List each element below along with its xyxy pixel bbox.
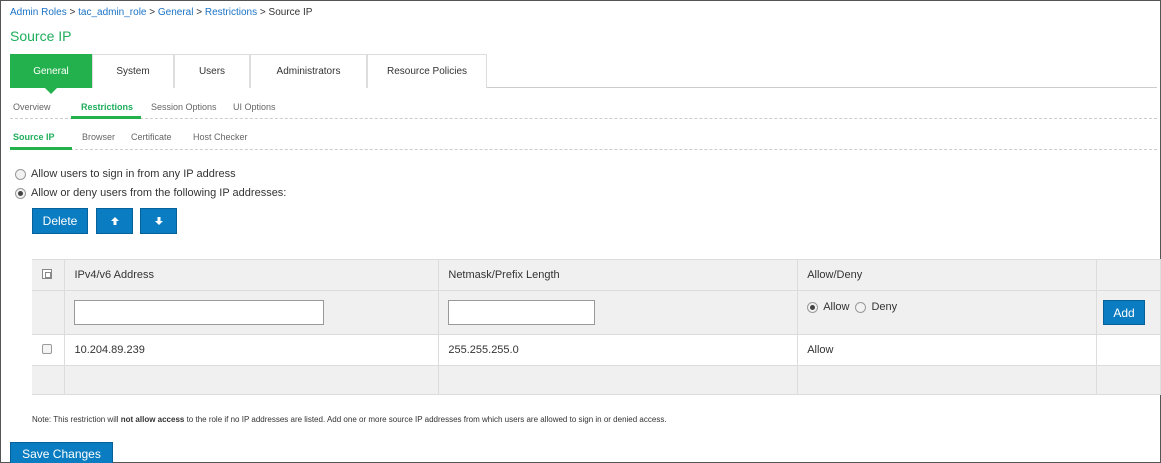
table-row: 10.204.89.239 255.255.255.0 Allow: [32, 334, 1161, 366]
subtab-browser[interactable]: Browser: [82, 132, 115, 142]
select-all-icon[interactable]: [42, 268, 52, 279]
new-entry-empty-cell: [32, 290, 66, 335]
sub-tab-bar-2: Source IP Browser Certificate Host Check…: [10, 124, 1157, 150]
any-ip-radio[interactable]: [15, 168, 26, 180]
active-subtab-indicator: [71, 116, 141, 119]
row-select-cell: [32, 334, 66, 366]
subtab-session-options[interactable]: Session Options: [151, 102, 217, 112]
option-any-ip[interactable]: Allow users to sign in from any IP addre…: [15, 168, 236, 180]
note-suffix: to the role if no IP addresses are liste…: [184, 415, 667, 424]
subtab-source-ip[interactable]: Source IP: [13, 132, 55, 142]
delete-button[interactable]: Delete: [32, 208, 88, 234]
arrow-down-icon: [154, 217, 163, 225]
empty-cell: [32, 365, 66, 395]
add-button[interactable]: Add: [1103, 300, 1145, 325]
option-specific-ip[interactable]: Allow or deny users from the following I…: [15, 187, 286, 199]
restriction-note: Note: This restriction will not allow ac…: [32, 415, 667, 424]
breadcrumb-restrictions[interactable]: Restrictions: [205, 7, 257, 18]
breadcrumb: Admin Roles > tac_admin_role > General >…: [10, 7, 312, 18]
page-title: Source IP: [10, 28, 72, 44]
new-entry-row: Allow Deny Add: [32, 290, 1161, 335]
empty-cell: [438, 365, 799, 395]
header-address: IPv4/v6 Address: [64, 259, 440, 291]
table-empty-row: [32, 365, 1161, 395]
note-prefix: Note: This restriction will: [32, 415, 121, 424]
tab-resource-policies[interactable]: Resource Policies: [367, 54, 487, 88]
empty-cell: [797, 365, 1097, 395]
breadcrumb-separator: >: [69, 7, 76, 18]
row-checkbox[interactable]: [42, 343, 52, 354]
select-all-cell[interactable]: [32, 259, 66, 291]
note-bold: not allow access: [120, 415, 185, 424]
breadcrumb-general[interactable]: General: [158, 7, 194, 18]
row-address: 10.204.89.239: [64, 334, 440, 366]
deny-label: Deny: [871, 301, 898, 313]
row-action: Allow: [797, 334, 1097, 366]
subtab-host-checker[interactable]: Host Checker: [193, 132, 248, 142]
header-netmask: Netmask/Prefix Length: [438, 259, 799, 291]
subtab-overview[interactable]: Overview: [13, 102, 51, 112]
deny-radio[interactable]: [855, 301, 867, 313]
header-actions: [1096, 259, 1161, 291]
breadcrumb-admin-roles[interactable]: Admin Roles: [10, 7, 67, 18]
table-header-row: IPv4/v6 Address Netmask/Prefix Length Al…: [32, 259, 1161, 291]
new-allow-deny-cell: Allow Deny: [797, 290, 1097, 335]
allow-label: Allow: [823, 301, 850, 313]
new-address-cell: [64, 290, 440, 335]
breadcrumb-role[interactable]: tac_admin_role: [78, 7, 146, 18]
page-frame: Admin Roles > tac_admin_role > General >…: [0, 0, 1161, 463]
empty-cell: [64, 365, 440, 395]
arrow-up-icon: [110, 217, 119, 225]
tab-administrators[interactable]: Administrators: [250, 54, 367, 88]
header-allow-deny: Allow/Deny: [797, 259, 1097, 291]
move-up-button[interactable]: [96, 208, 133, 234]
tab-general[interactable]: General: [10, 54, 92, 94]
subtab-ui-options[interactable]: UI Options: [233, 102, 276, 112]
any-ip-label: Allow users to sign in from any IP addre…: [31, 168, 236, 180]
tab-users[interactable]: Users: [174, 54, 250, 88]
breadcrumb-separator: >: [196, 7, 203, 18]
breadcrumb-current: Source IP: [268, 7, 313, 18]
new-netmask-cell: [438, 290, 799, 335]
new-add-cell: Add: [1096, 290, 1161, 335]
tab-system[interactable]: System: [92, 54, 174, 88]
ip-address-table: IPv4/v6 Address Netmask/Prefix Length Al…: [32, 259, 1161, 395]
active-subtab2-indicator: [10, 147, 72, 150]
main-tab-bar: General System Users Administrators Reso…: [10, 54, 1157, 94]
move-down-button[interactable]: [140, 208, 177, 234]
breadcrumb-separator: >: [149, 7, 156, 18]
allow-radio[interactable]: [807, 301, 819, 313]
specific-ip-label: Allow or deny users from the following I…: [31, 187, 287, 199]
sub-tab-bar: Overview Restrictions Session Options UI…: [10, 94, 1157, 119]
breadcrumb-separator: >: [259, 7, 266, 18]
specific-ip-radio[interactable]: [15, 187, 26, 199]
subtab-restrictions[interactable]: Restrictions: [81, 102, 133, 112]
ip-address-input[interactable]: [74, 300, 325, 325]
save-changes-button[interactable]: Save Changes: [10, 442, 113, 463]
row-empty: [1096, 334, 1161, 366]
row-netmask: 255.255.255.0: [438, 334, 799, 366]
empty-cell: [1096, 365, 1161, 395]
subtab-certificate[interactable]: Certificate: [131, 132, 172, 142]
netmask-input[interactable]: [448, 300, 596, 325]
